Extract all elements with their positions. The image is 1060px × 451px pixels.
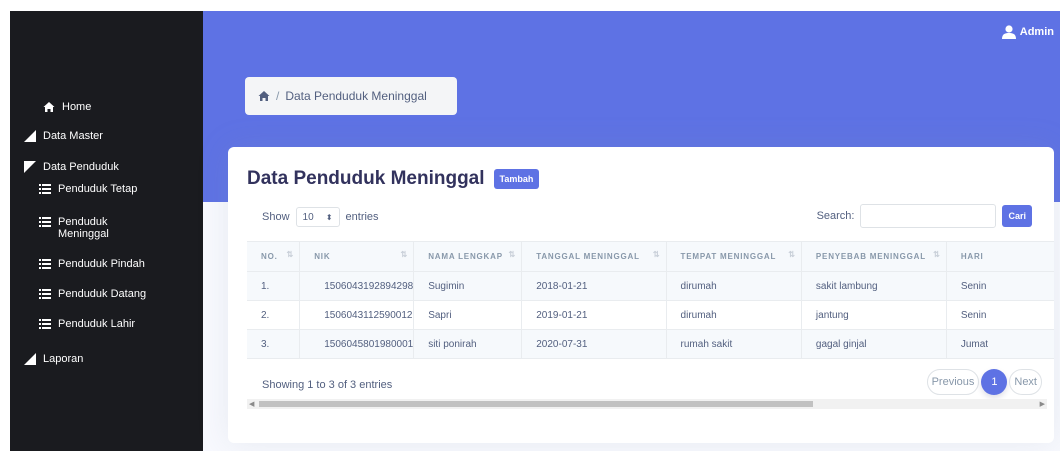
show-label: Show	[262, 211, 290, 223]
cell-tempat: rumah sakit	[665, 329, 802, 359]
pagination: Previous 1 Next	[926, 369, 1042, 395]
cell-tempat: dirumah	[665, 271, 802, 301]
sidebar: Home Data Master Data Penduduk Penduduk …	[10, 11, 203, 451]
list-icon	[39, 217, 51, 227]
sort-icon: ⇅	[286, 250, 294, 259]
select-arrows-icon: ⬍	[325, 212, 333, 222]
sidebar-item-label: Laporan	[43, 353, 84, 365]
cell-no: 3.	[247, 329, 300, 359]
cell-nik: 1506045801980001	[299, 329, 414, 359]
sidebar-item-label: Home	[62, 101, 92, 113]
sidebar-item-penduduk-meninggal[interactable]: Penduduk Meninggal	[39, 216, 129, 240]
breadcrumb: / Data Penduduk Meninggal	[245, 77, 457, 115]
sidebar-item-home[interactable]: Home	[43, 101, 91, 113]
search-button[interactable]: Cari	[1002, 205, 1032, 227]
list-icon	[39, 184, 51, 194]
entries-value: 10	[302, 211, 314, 223]
list-icon	[39, 259, 51, 269]
triangle-down-icon	[24, 161, 36, 173]
next-button[interactable]: Next	[1009, 369, 1042, 395]
search-control: Search: Cari	[817, 204, 1032, 228]
data-card: Data Penduduk Meninggal Tambah Show 10 ⬍…	[228, 147, 1054, 443]
home-icon	[43, 102, 55, 112]
cell-nik: 1506043112590012	[299, 300, 414, 330]
sidebar-item-penduduk-pindah[interactable]: Penduduk Pindah	[39, 258, 145, 270]
page-1-button[interactable]: 1	[981, 369, 1008, 395]
entries-length-control: Show 10 ⬍ entries	[262, 207, 379, 227]
scroll-left-icon[interactable]: ◀	[249, 400, 254, 408]
breadcrumb-current: Data Penduduk Meninggal	[285, 89, 427, 103]
column-header-nik[interactable]: NIK ⇅	[299, 241, 414, 272]
column-header-tanggal[interactable]: TANGGAL MENINGGAL ⇅	[521, 241, 667, 272]
cell-penyebab: gagal ginjal	[800, 329, 947, 359]
sidebar-item-label: Data Master	[43, 130, 103, 142]
sidebar-item-penduduk-datang[interactable]: Penduduk Datang	[39, 288, 146, 300]
entries-label: entries	[345, 211, 379, 223]
cell-tanggal: 2019-01-21	[521, 300, 667, 330]
sidebar-item-laporan[interactable]: Laporan	[24, 353, 83, 365]
user-icon	[1001, 25, 1016, 39]
horizontal-scrollbar[interactable]: ◀ ▶	[247, 399, 1047, 409]
cell-nama: Sapri	[413, 300, 522, 330]
table-row: 1. 1506043192894298 Sugimin 2018-01-21 d…	[247, 271, 1054, 301]
sidebar-item-data-penduduk[interactable]: Data Penduduk	[24, 161, 119, 173]
sidebar-item-penduduk-lahir[interactable]: Penduduk Lahir	[39, 318, 135, 330]
sidebar-item-label: Penduduk Lahir	[58, 318, 136, 330]
scroll-right-icon[interactable]: ▶	[1040, 400, 1045, 408]
scrollbar-thumb[interactable]	[259, 401, 813, 407]
search-label: Search:	[816, 210, 855, 222]
sort-icon: ⇅	[508, 250, 516, 259]
page-title: Data Penduduk Meninggal	[247, 168, 485, 189]
add-button[interactable]: Tambah	[493, 169, 540, 189]
sidebar-item-data-master[interactable]: Data Master	[24, 130, 103, 142]
column-header-hari[interactable]: HARI	[945, 241, 1054, 272]
cell-penyebab: sakit lambung	[800, 271, 947, 301]
previous-button[interactable]: Previous	[926, 369, 980, 395]
cell-hari: Jumat	[945, 329, 1054, 359]
column-header-penyebab[interactable]: PENYEBAB MENINGGAL ⇅	[800, 241, 947, 272]
cell-nik: 1506043192894298	[299, 271, 414, 301]
sort-icon: ⇅	[933, 250, 940, 259]
card-header: Data Penduduk Meninggal Tambah	[247, 168, 540, 190]
cell-no: 1.	[247, 271, 300, 301]
breadcrumb-separator: /	[276, 89, 280, 103]
cell-tempat: dirumah	[665, 300, 802, 330]
search-input[interactable]	[860, 204, 997, 228]
entries-select[interactable]: 10 ⬍	[295, 207, 340, 227]
list-icon	[39, 289, 51, 299]
cell-tanggal: 2018-01-21	[521, 271, 667, 301]
sidebar-item-label: Penduduk Pindah	[58, 258, 145, 270]
sort-icon: ⇅	[652, 250, 660, 259]
user-menu[interactable]: Admin	[1001, 25, 1054, 39]
table-header-row: NO. ⇅ NIK ⇅ NAMA LENGKAP ⇅ TANGGAL MENINGGA…	[247, 241, 1054, 272]
column-header-tempat[interactable]: TEMPAT MENINGGAL ⇅	[665, 241, 802, 272]
data-table: NO. ⇅ NIK ⇅ NAMA LENGKAP ⇅ TANGGAL MENINGGA…	[247, 241, 1054, 359]
sidebar-item-label: Penduduk Datang	[58, 288, 147, 300]
cell-nama: Sugimin	[413, 271, 522, 301]
triangle-right-icon	[24, 353, 36, 365]
table-row: 3. 1506045801980001 siti ponirah 2020-07…	[247, 329, 1054, 359]
home-icon[interactable]	[258, 90, 270, 102]
cell-tanggal: 2020-07-31	[521, 329, 667, 359]
column-header-nama[interactable]: NAMA LENGKAP ⇅	[413, 241, 522, 272]
triangle-right-icon	[24, 130, 36, 142]
app-frame: Home Data Master Data Penduduk Penduduk …	[10, 11, 1060, 451]
cell-nama: siti ponirah	[413, 329, 522, 359]
sidebar-item-label: Penduduk Meninggal	[58, 216, 109, 240]
sort-icon: ⇅	[788, 250, 795, 259]
user-name: Admin	[1019, 26, 1054, 38]
cell-no: 2.	[247, 300, 300, 330]
list-icon	[39, 319, 51, 329]
sidebar-item-label: Penduduk Tetap	[58, 183, 138, 195]
cell-hari: Senin	[945, 271, 1054, 301]
cell-hari: Senin	[945, 300, 1054, 330]
column-header-no[interactable]: NO. ⇅	[247, 241, 300, 272]
sidebar-item-label: Data Penduduk	[43, 161, 119, 173]
sidebar-item-penduduk-tetap[interactable]: Penduduk Tetap	[39, 183, 137, 195]
table-row: 2. 1506043112590012 Sapri 2019-01-21 dir…	[247, 300, 1054, 330]
sort-icon: ⇅	[400, 250, 408, 259]
table-info: Showing 1 to 3 of 3 entries	[262, 379, 393, 391]
cell-penyebab: jantung	[800, 300, 947, 330]
